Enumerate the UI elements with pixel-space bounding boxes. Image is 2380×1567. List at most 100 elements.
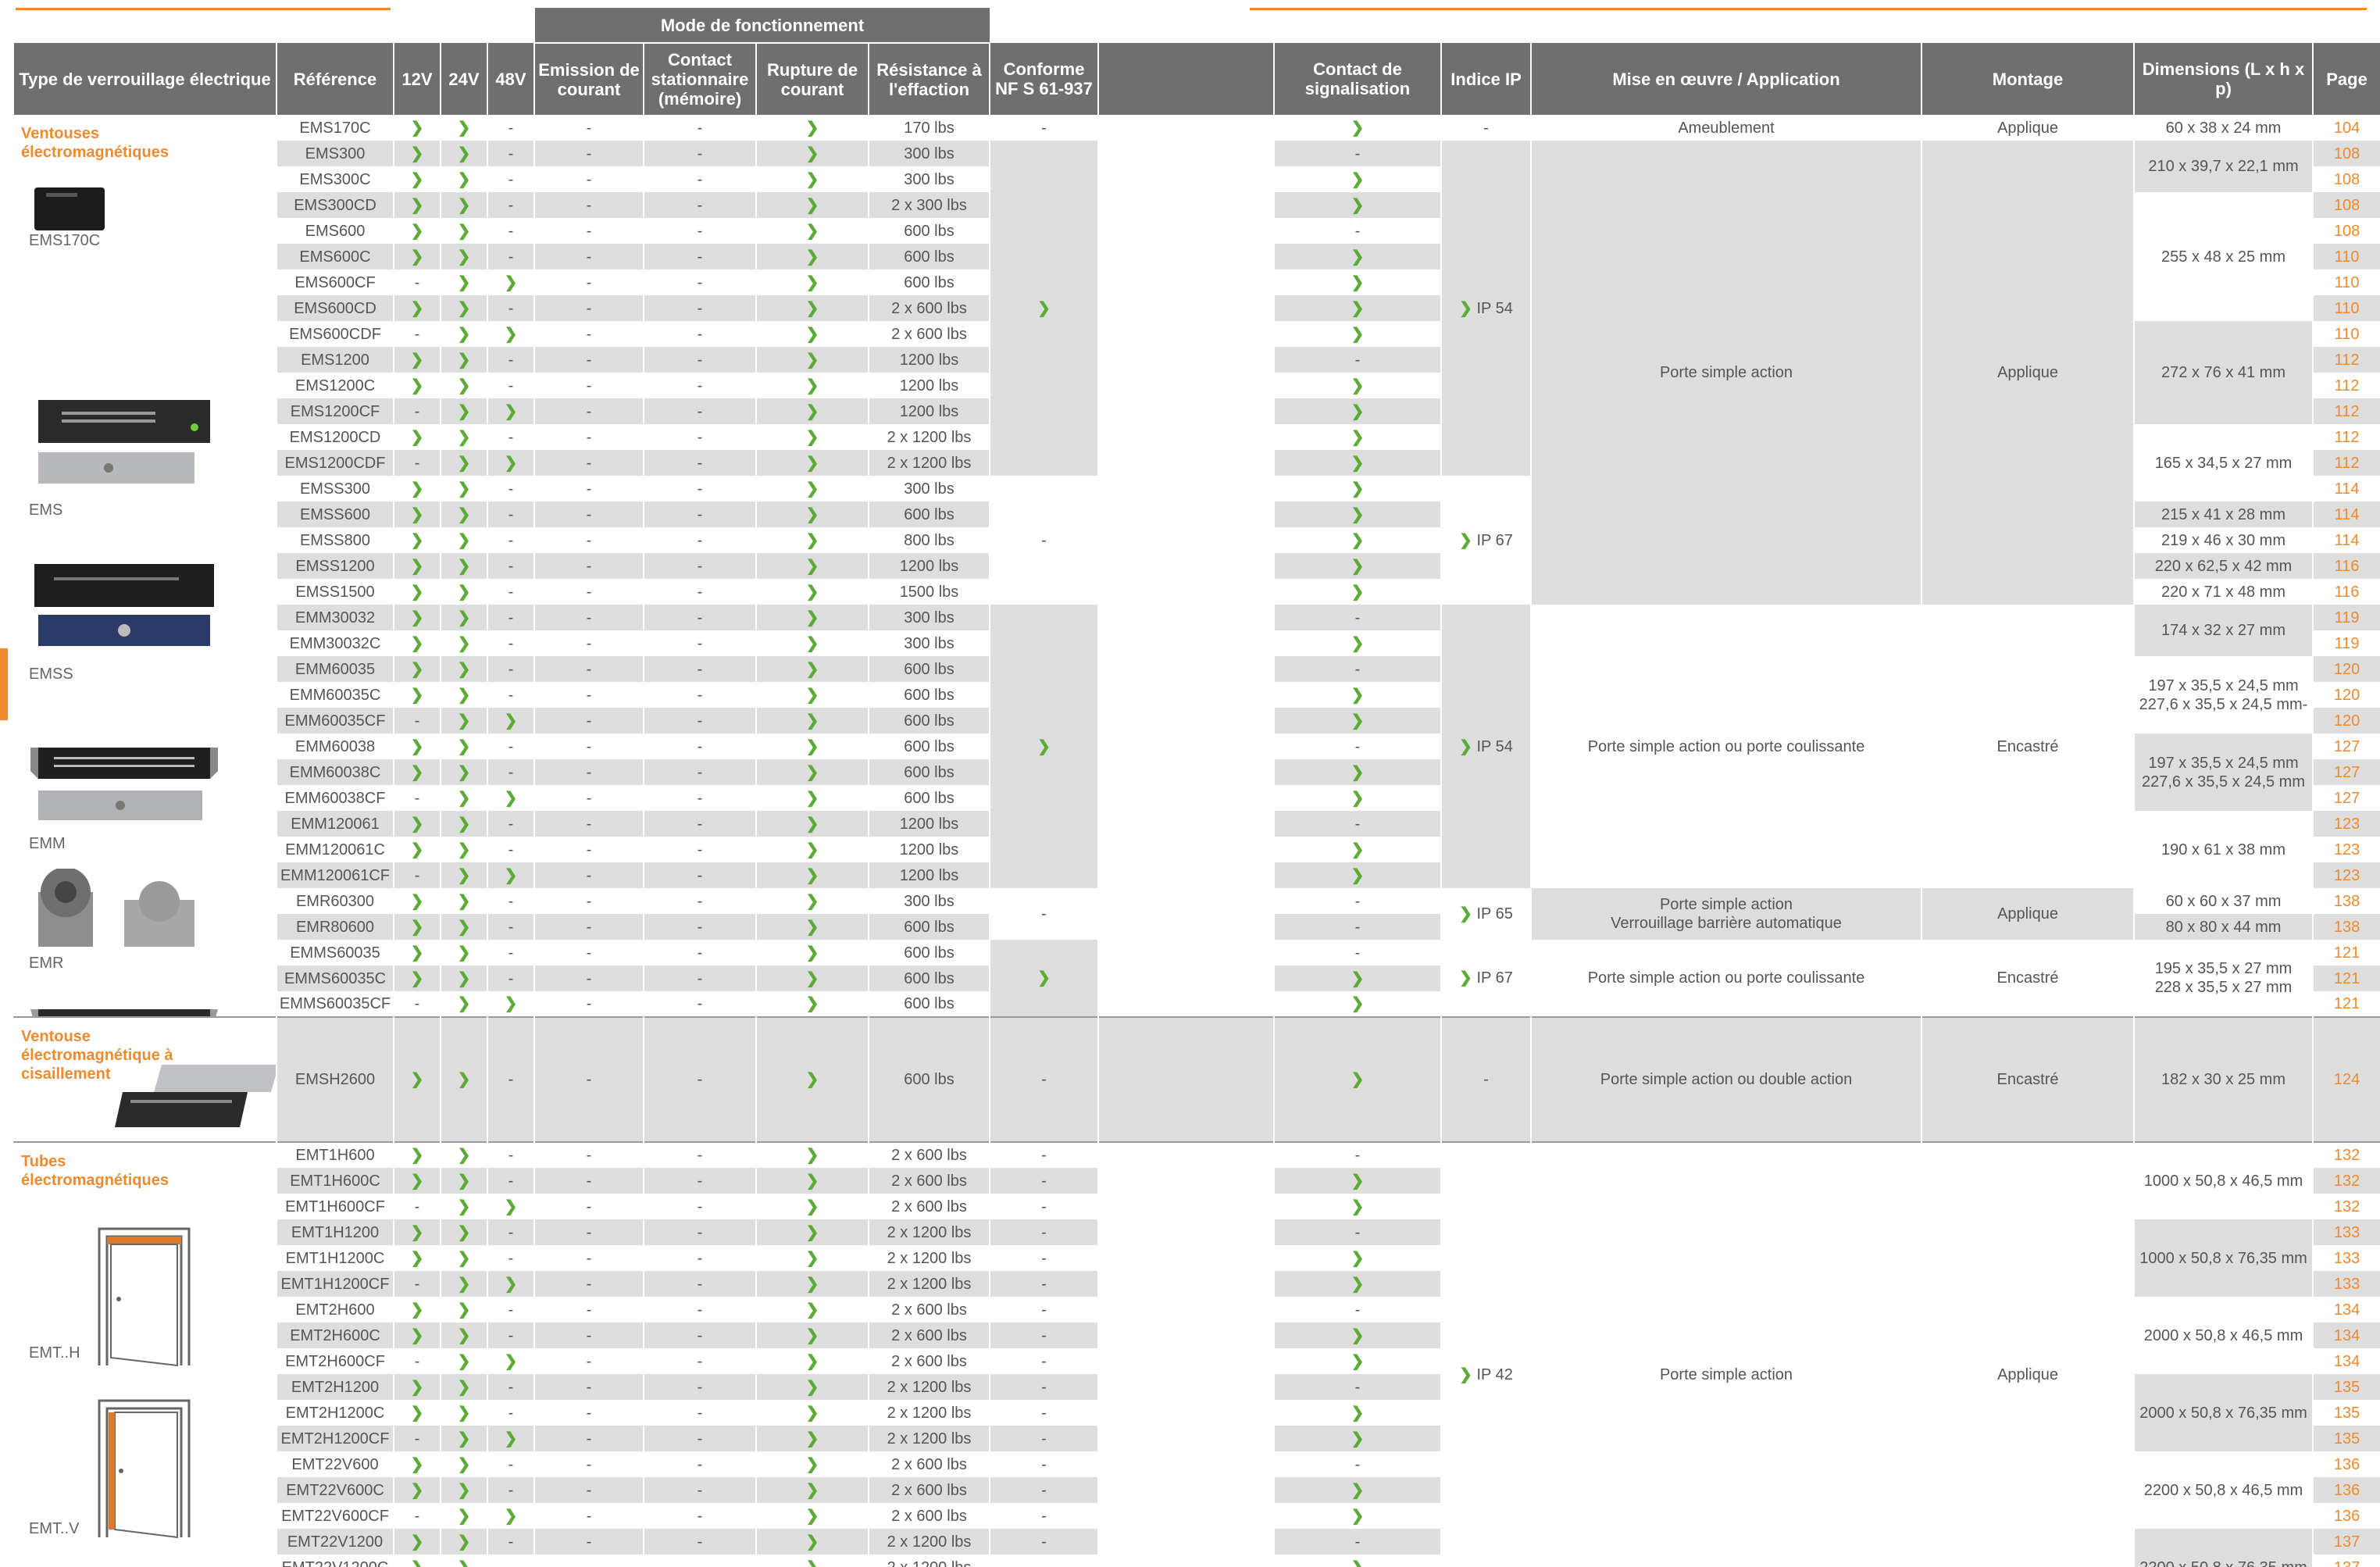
cell-ru: ❯	[755, 966, 869, 991]
check-icon: ❯	[1459, 969, 1472, 987]
door-vertical-icon	[98, 1399, 191, 1539]
cell-v48: -	[487, 1451, 534, 1477]
product-label: EMS170C	[29, 232, 101, 249]
cell-v48: -	[487, 605, 534, 630]
cell-ip: -	[1440, 115, 1532, 141]
cell-res: 1200 lbs	[867, 862, 990, 888]
cell-signalisation: ❯	[1273, 682, 1442, 708]
cell-ref: EMSH2600	[276, 1016, 394, 1142]
check-icon: ❯	[457, 145, 471, 162]
check-icon: ❯	[1459, 905, 1472, 923]
cell-ref: EMM60035C	[276, 682, 394, 708]
cell-v12: ❯	[393, 759, 441, 785]
cell-mont: Encastré	[1921, 940, 2135, 1017]
cell-ref: EMM60035CF	[276, 708, 394, 734]
cell-v48: ❯	[487, 1348, 534, 1374]
cell-res: 300 lbs	[867, 630, 990, 656]
cell-res: 300 lbs	[867, 476, 990, 502]
cell-ref: EMT22V600	[276, 1451, 394, 1477]
check-icon: ❯	[805, 737, 819, 755]
table-row: Ventouse électromagnétique à cisaillemen…	[13, 1016, 2380, 1142]
cell-v24: ❯	[440, 991, 487, 1017]
check-icon: ❯	[805, 1455, 819, 1473]
cell-cs: -	[643, 1503, 756, 1529]
col-emission: Emission de courant	[533, 43, 644, 115]
cell-mise: Ameublement	[1530, 115, 1922, 141]
cell-page: 135	[2312, 1400, 2380, 1426]
cell-v24: ❯	[440, 553, 487, 579]
cell-v12: -	[393, 450, 441, 476]
cell-em: -	[533, 1297, 644, 1322]
col-dimensions: Dimensions (L x h x p)	[2133, 43, 2314, 115]
cell-ref: EMT22V600CF	[276, 1503, 394, 1529]
cell-cs: -	[643, 141, 756, 166]
cell-ru: ❯	[755, 1141, 869, 1168]
cell-res: 2 x 600 lbs	[867, 295, 990, 321]
cell-v48: -	[487, 734, 534, 759]
check-icon: ❯	[410, 145, 424, 162]
cell-res: 600 lbs	[867, 734, 990, 759]
cell-cs: -	[643, 321, 756, 347]
check-icon: ❯	[805, 1223, 819, 1241]
cell-signalisation: ❯	[1273, 630, 1442, 656]
cell-signalisation: ❯	[1273, 1400, 1442, 1426]
cell-ref: EMS300C	[276, 166, 394, 192]
cell-ref: EMS600CDF	[276, 321, 394, 347]
cell-v24: ❯	[440, 1451, 487, 1477]
cell-ru: ❯	[755, 218, 869, 244]
check-icon: ❯	[410, 557, 424, 575]
cell-signalisation: ❯	[1273, 244, 1442, 269]
cell-v12: -	[393, 1194, 441, 1219]
cell-cs: -	[643, 708, 756, 734]
cell-res: 600 lbs	[867, 940, 990, 966]
cell-v12: -	[393, 1503, 441, 1529]
check-icon: ❯	[805, 918, 819, 936]
cell-v24: ❯	[440, 862, 487, 888]
cell-ref: EMSS1200	[276, 553, 394, 579]
cell-ref: EMSS800	[276, 527, 394, 553]
check-icon: ❯	[410, 1249, 424, 1267]
cell-res: 2 x 600 lbs	[867, 1297, 990, 1322]
cell-conforme: -	[989, 1555, 1099, 1567]
cell-ru: ❯	[755, 244, 869, 269]
cell-signalisation: ❯	[1273, 424, 1442, 450]
cell-v12: ❯	[393, 1297, 441, 1322]
cell-page: 127	[2312, 734, 2380, 759]
cell-ru: ❯	[755, 347, 869, 373]
cell-v48: ❯	[487, 269, 534, 295]
cell-v48: -	[487, 244, 534, 269]
check-icon: ❯	[410, 170, 424, 188]
check-icon: ❯	[805, 325, 819, 343]
cell-v24: ❯	[440, 347, 487, 373]
cell-signalisation: -	[1273, 347, 1442, 373]
cell-ref: EMM120061C	[276, 837, 394, 862]
cell-page: 123	[2312, 837, 2380, 862]
cell-conforme: -	[989, 1426, 1099, 1451]
cell-mont: Applique	[1921, 115, 2135, 141]
cell-v48: -	[487, 914, 534, 940]
cell-ru: ❯	[755, 991, 869, 1017]
cell-v48: -	[487, 1016, 534, 1142]
emsh2600-image	[115, 1065, 277, 1127]
cell-dim-line: 195 x 35,5 x 27 mm	[2154, 960, 2293, 977]
cell-signalisation: ❯	[1273, 579, 1442, 605]
category-title: Tubes électromagnétiques	[21, 1153, 169, 1189]
cell-v48: ❯	[487, 785, 534, 811]
check-icon: ❯	[805, 763, 819, 781]
cell-v24: ❯	[440, 940, 487, 966]
check-icon: ❯	[457, 918, 471, 936]
cell-v12: ❯	[393, 1451, 441, 1477]
check-icon: ❯	[410, 505, 424, 523]
table-row: Ventouses électromagnétiques EMS170C EMS EM…	[13, 115, 2380, 1017]
cell-signalisation: ❯	[1273, 1477, 1442, 1503]
check-icon: ❯	[805, 428, 819, 446]
cell-ref: EMS300	[276, 141, 394, 166]
cell-cs: -	[643, 1219, 756, 1245]
cell-dim: 2200 x 50,8 x 46,5 mm	[2133, 1451, 2314, 1529]
check-icon: ❯	[457, 1249, 471, 1267]
cell-cs: -	[643, 862, 756, 888]
cell-ru: ❯	[755, 914, 869, 940]
check-icon: ❯	[1351, 1249, 1365, 1267]
cell-ref: EMM60038C	[276, 759, 394, 785]
cell-v24: ❯	[440, 1477, 487, 1503]
